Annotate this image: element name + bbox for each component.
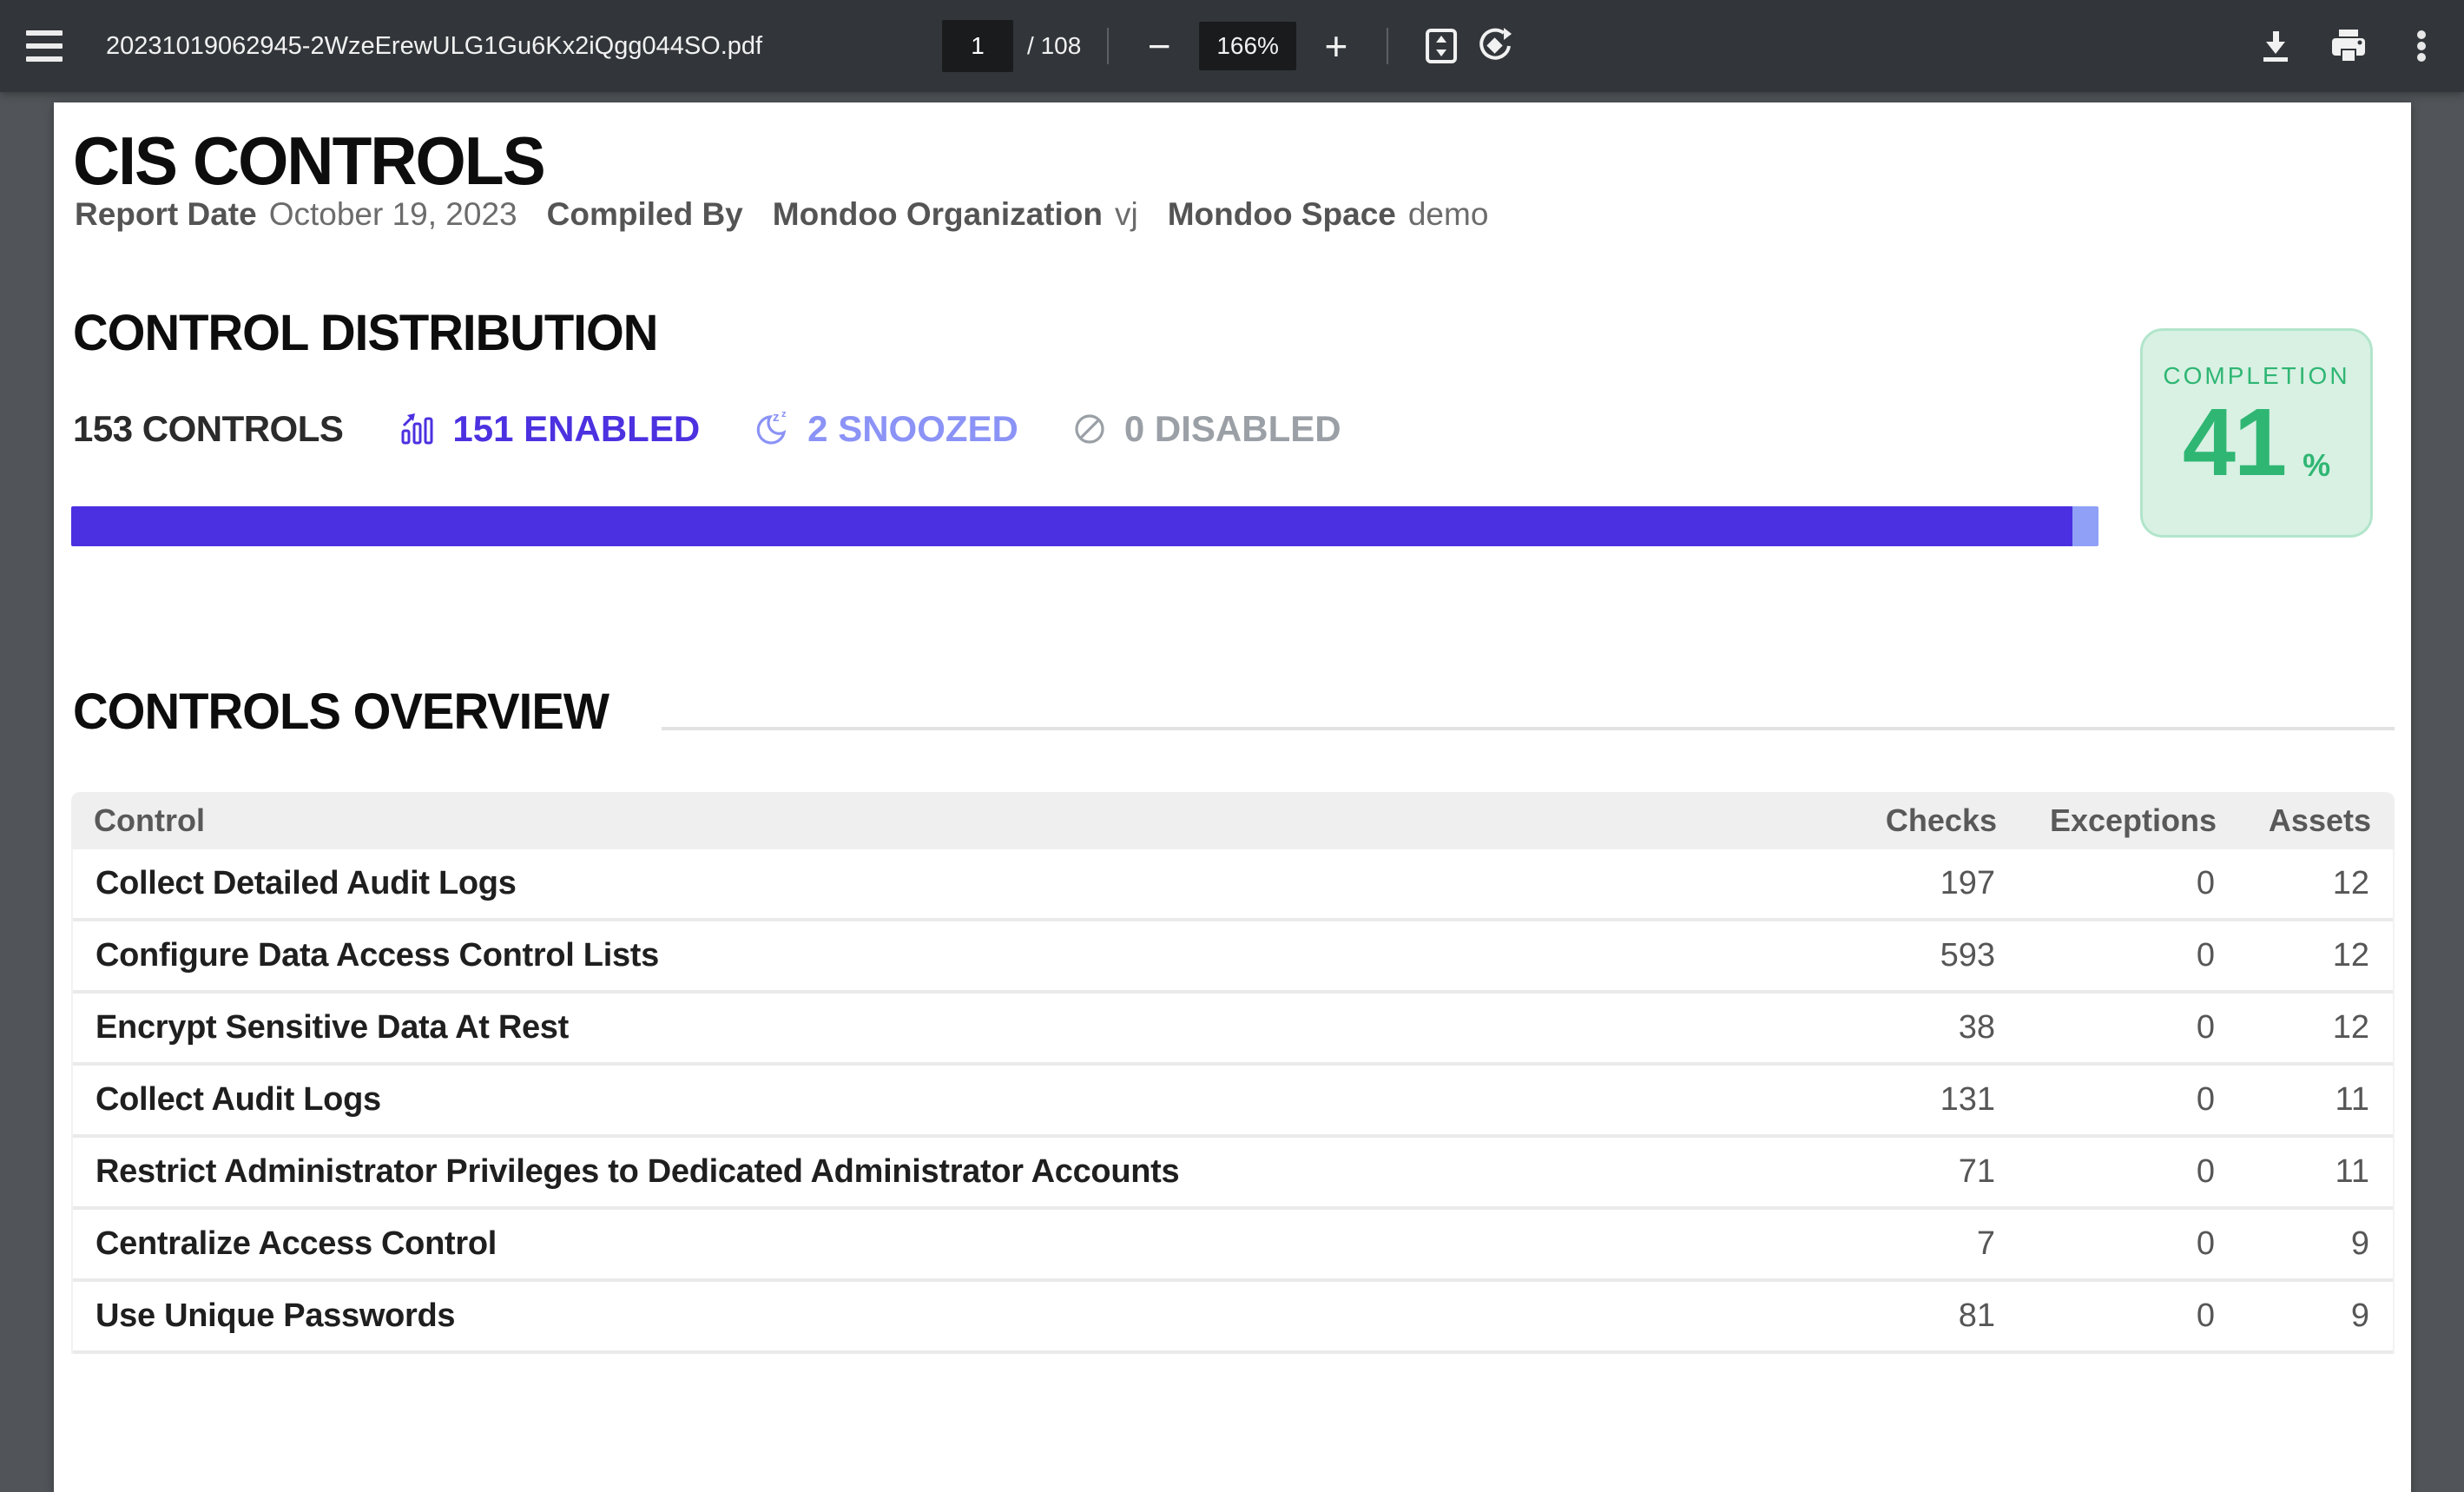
svg-text:z: z bbox=[781, 409, 787, 419]
table-row: Restrict Administrator Privileges to Ded… bbox=[73, 1138, 2393, 1210]
disabled-slash-icon bbox=[1071, 410, 1109, 448]
more-options-button[interactable] bbox=[2395, 19, 2448, 73]
col-header-exceptions: Exceptions bbox=[1997, 802, 2217, 839]
disabled-label: 0 DISABLED bbox=[1124, 408, 1341, 450]
space-label: Mondoo Space bbox=[1168, 196, 1396, 233]
zoom-level-badge[interactable]: 166% bbox=[1199, 22, 1296, 70]
enabled-chart-icon bbox=[399, 410, 437, 448]
fit-to-page-button[interactable] bbox=[1414, 19, 1468, 73]
rotate-button[interactable] bbox=[1468, 19, 1522, 73]
zoom-in-button[interactable]: + bbox=[1312, 22, 1360, 70]
distribution-progress-bar bbox=[71, 506, 2098, 546]
enabled-bar-segment bbox=[71, 506, 2072, 546]
snoozed-bar-segment bbox=[2072, 506, 2098, 546]
snooze-moon-icon: z z bbox=[752, 409, 792, 449]
organization-value: vj bbox=[1115, 196, 1138, 233]
controls-overview-header: CONTROLS OVERVIEW bbox=[73, 683, 2395, 741]
menu-button[interactable] bbox=[19, 20, 71, 72]
table-row: Collect Detailed Audit Logs 197 0 12 bbox=[73, 849, 2393, 921]
snoozed-label: 2 SNOOZED bbox=[807, 408, 1018, 450]
table-row: Configure Data Access Control Lists 593 … bbox=[73, 921, 2393, 994]
snoozed-stat: z z 2 SNOOZED bbox=[752, 408, 1018, 450]
space-value: demo bbox=[1408, 196, 1489, 233]
print-button[interactable] bbox=[2322, 19, 2375, 73]
controls-total: 153 CONTROLS bbox=[73, 408, 343, 450]
enabled-stat: 151 ENABLED bbox=[399, 408, 700, 450]
completion-value: 41 bbox=[2183, 395, 2285, 491]
col-header-control: Control bbox=[94, 802, 1789, 839]
report-title: CIS CONTROLS bbox=[73, 122, 544, 201]
table-row: Collect Audit Logs 131 0 11 bbox=[73, 1066, 2393, 1138]
page-count-label: / 108 bbox=[1027, 32, 1081, 60]
svg-text:z: z bbox=[773, 410, 780, 425]
compiled-by-label: Compiled By bbox=[547, 196, 743, 233]
table-header-row: Control Checks Exceptions Assets bbox=[71, 792, 2395, 849]
table-body: Collect Detailed Audit Logs 197 0 12 Con… bbox=[71, 849, 2395, 1354]
fit-to-page-icon bbox=[1421, 26, 1461, 66]
rotate-icon bbox=[1475, 26, 1515, 66]
control-distribution-heading: CONTROL DISTRIBUTION bbox=[73, 304, 657, 362]
pdf-filename: 20231019062945-2WzeErewULG1Gu6Kx2iQgg044… bbox=[106, 32, 762, 61]
organization-label: Mondoo Organization bbox=[773, 196, 1103, 233]
report-date-label: Report Date bbox=[75, 196, 257, 233]
print-icon bbox=[2329, 26, 2368, 66]
page-number-input[interactable] bbox=[942, 20, 1013, 72]
toolbar-divider bbox=[1107, 28, 1109, 64]
table-row: Centralize Access Control 7 0 9 bbox=[73, 1210, 2393, 1282]
report-date-value: October 19, 2023 bbox=[269, 196, 517, 233]
table-row: Use Unique Passwords 81 0 9 bbox=[73, 1282, 2393, 1354]
kebab-menu-icon bbox=[2401, 26, 2441, 66]
download-button[interactable] bbox=[2249, 19, 2303, 73]
completion-unit: % bbox=[2303, 447, 2330, 484]
pdf-page: CIS CONTROLS Report Date October 19, 202… bbox=[54, 102, 2411, 1492]
zoom-out-button[interactable]: − bbox=[1135, 22, 1183, 70]
controls-table: Control Checks Exceptions Assets Collect… bbox=[71, 792, 2395, 1354]
toolbar-divider bbox=[1387, 28, 1388, 64]
hamburger-icon bbox=[26, 30, 63, 36]
col-header-assets: Assets bbox=[2217, 802, 2371, 839]
table-row: Encrypt Sensitive Data At Rest 38 0 12 bbox=[73, 994, 2393, 1066]
report-meta: Report Date October 19, 2023 Compiled By… bbox=[75, 196, 1518, 233]
control-distribution-stats: 153 CONTROLS 151 ENABLED z z bbox=[73, 408, 1393, 450]
controls-overview-heading: CONTROLS OVERVIEW bbox=[73, 683, 609, 741]
col-header-checks: Checks bbox=[1789, 802, 1997, 839]
enabled-label: 151 ENABLED bbox=[452, 408, 700, 450]
pdf-toolbar: 20231019062945-2WzeErewULG1Gu6Kx2iQgg044… bbox=[0, 0, 2464, 92]
completion-label: COMPLETION bbox=[2143, 362, 2370, 390]
section-divider bbox=[662, 727, 2395, 730]
disabled-stat: 0 DISABLED bbox=[1071, 408, 1341, 450]
download-icon bbox=[2256, 26, 2296, 66]
completion-card: COMPLETION 41 % bbox=[2140, 328, 2373, 538]
